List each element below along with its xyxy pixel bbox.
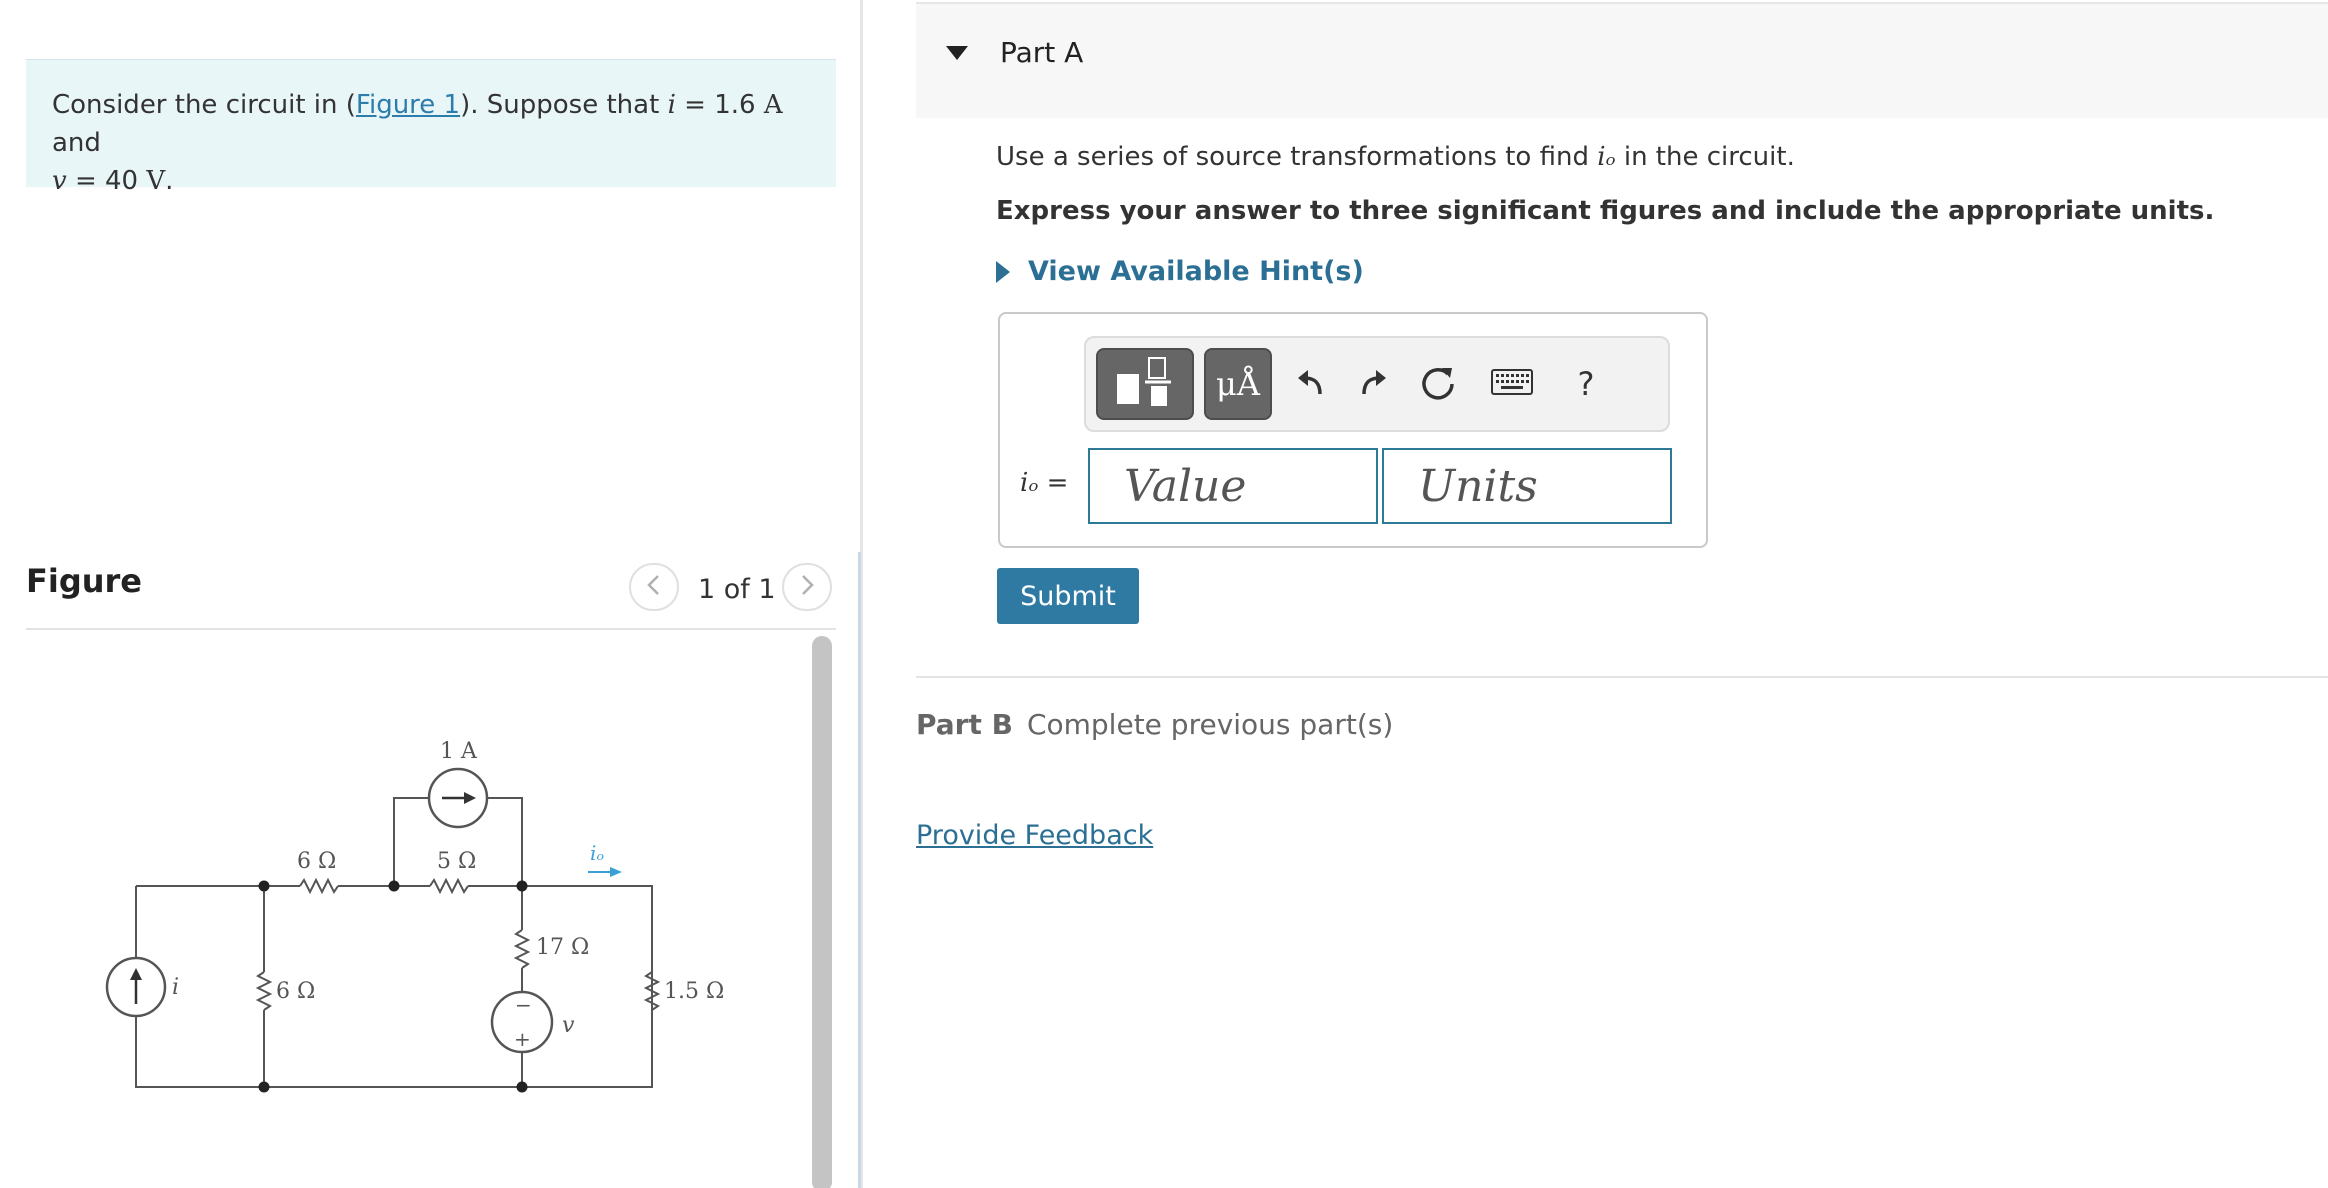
v-symbol: v bbox=[52, 166, 67, 196]
next-figure-button[interactable] bbox=[782, 563, 832, 611]
figure-title: Figure bbox=[26, 562, 142, 600]
v-value: = 40 bbox=[66, 166, 147, 196]
units-button[interactable]: μÅ bbox=[1204, 348, 1272, 420]
keyboard-button[interactable] bbox=[1476, 348, 1548, 420]
intro-prefix: Consider the circuit in ( bbox=[52, 90, 356, 120]
part-b-status: Complete previous part(s) bbox=[1026, 708, 1394, 741]
resistor-5 bbox=[429, 877, 469, 895]
question-suffix: in the circuit. bbox=[1615, 142, 1795, 172]
redo-button[interactable] bbox=[1342, 348, 1402, 420]
reset-button[interactable] bbox=[1406, 348, 1470, 420]
reset-icon bbox=[1418, 362, 1458, 406]
label-minus: − bbox=[515, 993, 532, 1017]
label-1-5-ohm: 1.5 Ω bbox=[664, 979, 724, 1004]
label-17-ohm: 17 Ω bbox=[536, 935, 589, 960]
label-v: v bbox=[562, 1013, 575, 1038]
templates-button[interactable] bbox=[1096, 348, 1194, 420]
pane-divider-scroll-accent bbox=[858, 552, 861, 1188]
label-plus: + bbox=[514, 1027, 531, 1051]
math-toolbar: μÅ ? bbox=[1084, 336, 1670, 432]
part-a-question: Use a series of source transformations t… bbox=[996, 142, 1795, 172]
figure-header: Figure 1 of 1 bbox=[26, 560, 836, 630]
figure-page-counter: 1 of 1 bbox=[698, 574, 776, 605]
fraction-template-icon bbox=[1113, 354, 1177, 414]
outer-wire bbox=[135, 885, 653, 1088]
units-input[interactable] bbox=[1382, 448, 1672, 524]
problem-statement: Consider the circuit in (Figure 1). Supp… bbox=[26, 59, 836, 196]
provide-feedback-link[interactable]: Provide Feedback bbox=[916, 820, 1153, 851]
v-unit: V bbox=[146, 166, 166, 196]
intro-end: . bbox=[165, 166, 174, 196]
help-button[interactable]: ? bbox=[1556, 348, 1616, 420]
chevron-left-icon bbox=[644, 571, 664, 604]
view-hints-label: View Available Hint(s) bbox=[1028, 256, 1364, 287]
i-unit: A bbox=[763, 90, 783, 120]
figure-scrollbar-thumb[interactable] bbox=[812, 636, 832, 1188]
question-variable: iₒ bbox=[1597, 142, 1616, 172]
figure-scrollbar[interactable] bbox=[808, 632, 836, 1188]
resistor-6-vertical bbox=[255, 971, 273, 1011]
intro-and: and bbox=[52, 128, 101, 158]
chevron-right-icon bbox=[797, 571, 817, 604]
part-a-title: Part A bbox=[1000, 36, 1084, 69]
intro-middle: ). Suppose that bbox=[460, 90, 668, 120]
i-value: = 1.6 bbox=[675, 90, 764, 120]
figure-1-link[interactable]: Figure 1 bbox=[356, 90, 460, 120]
problem-pane: Consider the circuit in (Figure 1). Supp… bbox=[0, 0, 864, 1188]
part-b-row: Part B Complete previous part(s) bbox=[916, 708, 1393, 741]
resistor-17 bbox=[513, 929, 531, 969]
caret-down-icon bbox=[946, 46, 968, 60]
answer-instructions: Express your answer to three significant… bbox=[996, 196, 2215, 226]
label-6-ohm-top: 6 Ω bbox=[297, 849, 336, 874]
undo-button[interactable] bbox=[1282, 348, 1342, 420]
answer-entry-box: μÅ ? iₒ = Value Units bbox=[998, 312, 1708, 548]
figure-viewport: 1 A 6 Ω 5 Ω iₒ 17 Ω 6 Ω 1.5 Ω i v − + bbox=[26, 632, 836, 1188]
resistor-6-top bbox=[299, 877, 339, 895]
label-i: i bbox=[172, 975, 179, 1000]
redo-icon bbox=[1354, 364, 1390, 404]
undo-icon bbox=[1294, 364, 1330, 404]
circuit-diagram: 1 A 6 Ω 5 Ω iₒ 17 Ω 6 Ω 1.5 Ω i v − + bbox=[105, 739, 724, 1093]
label-io: iₒ bbox=[590, 841, 604, 865]
keyboard-icon bbox=[1491, 369, 1533, 399]
answer-label-equals: = bbox=[1038, 468, 1069, 498]
value-input[interactable] bbox=[1088, 448, 1378, 524]
caret-right-icon bbox=[996, 260, 1010, 283]
previous-figure-button[interactable] bbox=[629, 563, 679, 611]
question-prefix: Use a series of source transformations t… bbox=[996, 142, 1598, 172]
label-6-ohm-left: 6 Ω bbox=[276, 979, 315, 1004]
submit-button[interactable]: Submit bbox=[997, 568, 1139, 624]
answer-label: iₒ = bbox=[1020, 468, 1068, 498]
view-hints-toggle[interactable]: View Available Hint(s) bbox=[996, 256, 1364, 287]
answer-pane: Part A Use a series of source transforma… bbox=[916, 0, 2328, 1188]
label-5-ohm: 5 Ω bbox=[437, 849, 476, 874]
part-divider bbox=[916, 676, 2328, 678]
answer-label-variable: iₒ bbox=[1020, 468, 1039, 498]
part-b-label: Part B bbox=[916, 708, 1013, 741]
label-1a: 1 A bbox=[440, 739, 478, 764]
i-symbol: i bbox=[667, 90, 676, 120]
part-a-header[interactable]: Part A bbox=[916, 2, 2328, 118]
